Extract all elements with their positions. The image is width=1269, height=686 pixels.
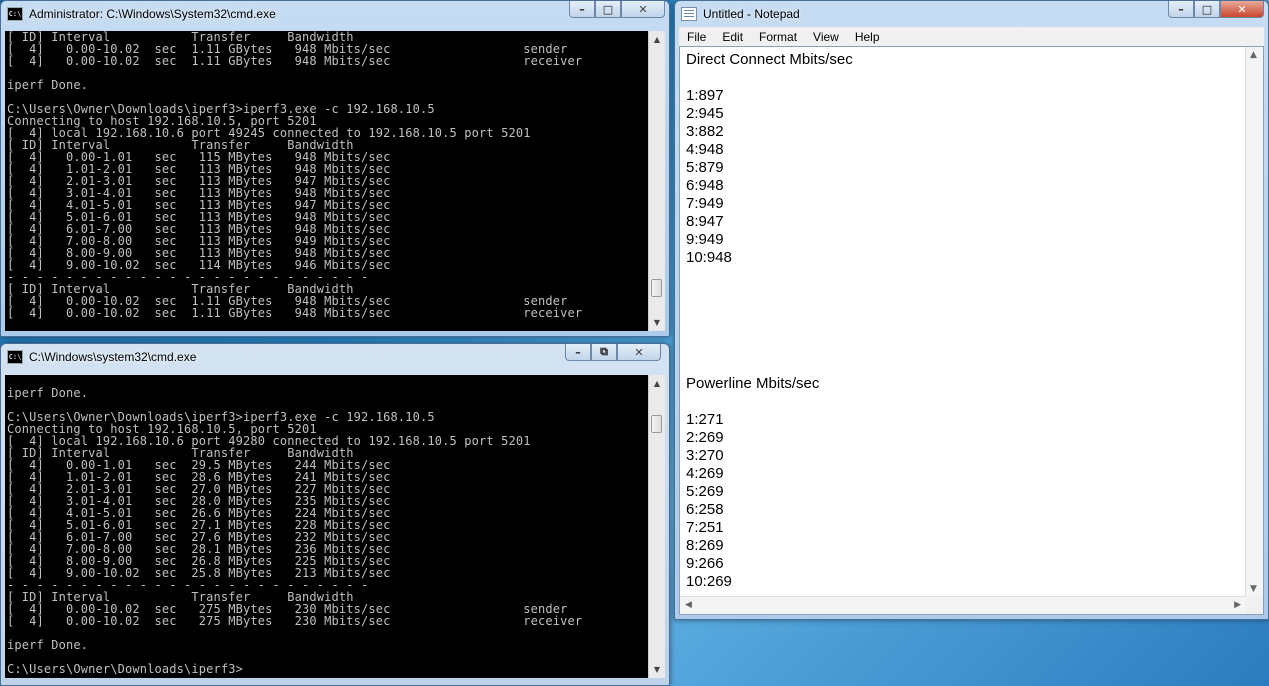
console-line: iperf Done.: [7, 78, 89, 92]
menu-format[interactable]: Format: [751, 30, 805, 44]
scroll-corner: [1246, 597, 1263, 614]
close-icon: ✕: [1237, 2, 1247, 16]
cmd-user-console[interactable]: iperf Done. C:\Users\Owner\Downloads\ipe…: [5, 375, 648, 678]
menu-help[interactable]: Help: [847, 30, 888, 44]
scroll-left-icon[interactable]: ◀: [685, 600, 692, 610]
cmd-admin-scrollbar[interactable]: ▲ ▼: [648, 31, 665, 331]
cmd-admin-window[interactable]: C:\ Administrator: C:\Windows\System32\c…: [0, 0, 670, 337]
menu-file[interactable]: File: [679, 30, 714, 44]
scroll-thumb[interactable]: [651, 415, 662, 433]
cmd-icon: C:\: [7, 350, 23, 364]
restore-icon: ⧉: [600, 345, 608, 358]
minimize-icon: –: [579, 2, 585, 16]
maximize-button[interactable]: □: [595, 1, 621, 18]
cmd-admin-console[interactable]: [ ID] Interval Transfer Bandwidth [ 4] 0…: [5, 31, 648, 331]
notepad-horizontal-scrollbar[interactable]: ◀ ▶: [680, 596, 1246, 614]
console-line: C:\Users\Owner\Downloads\iperf3>: [7, 662, 243, 676]
console-line: [ 4] 0.00-10.02 sec 1.11 GBytes 948 Mbit…: [7, 54, 583, 68]
console-line: iperf Done.: [7, 386, 89, 400]
close-icon: ✕: [634, 345, 644, 359]
minimize-icon: –: [575, 345, 581, 359]
cmd-icon: C:\: [7, 7, 23, 21]
console-line: iperf Done.: [7, 638, 89, 652]
notepad-menubar: File Edit Format View Help: [679, 27, 1264, 46]
maximize-icon: □: [1201, 2, 1213, 16]
scroll-right-icon[interactable]: ▶: [1234, 600, 1241, 610]
maximize-icon: □: [602, 2, 614, 16]
close-button[interactable]: ✕: [1220, 1, 1264, 18]
restore-button[interactable]: ⧉: [591, 344, 617, 361]
menu-edit[interactable]: Edit: [714, 30, 751, 44]
minimize-button[interactable]: –: [569, 1, 595, 18]
cmd-user-title: C:\Windows\system32\cmd.exe: [29, 350, 197, 364]
scroll-up-icon[interactable]: ▲: [1250, 50, 1257, 60]
scroll-down-icon[interactable]: ▼: [649, 314, 665, 331]
notepad-title: Untitled - Notepad: [703, 7, 800, 21]
cmd-user-scrollbar[interactable]: ▲ ▼: [648, 375, 665, 678]
minimize-button[interactable]: –: [1168, 1, 1194, 18]
scroll-up-icon[interactable]: ▲: [649, 375, 665, 392]
cmd-admin-title: Administrator: C:\Windows\System32\cmd.e…: [29, 7, 276, 21]
console-output: iperf Done. C:\Users\Owner\Downloads\ipe…: [5, 375, 648, 675]
maximize-button[interactable]: □: [1194, 1, 1220, 18]
console-line: [ 4] 0.00-10.02 sec 275 MBytes 230 Mbits…: [7, 614, 583, 628]
notepad-icon: [681, 7, 697, 21]
console-line: [ 4] 0.00-10.02 sec 1.11 GBytes 948 Mbit…: [7, 306, 583, 320]
menu-view[interactable]: View: [805, 30, 847, 44]
notepad-window[interactable]: Untitled - Notepad – □ ✕ File Edit Forma…: [674, 0, 1269, 620]
minimize-icon: –: [1178, 2, 1184, 16]
scroll-down-icon[interactable]: ▼: [649, 661, 665, 678]
scroll-down-icon[interactable]: ▼: [1250, 584, 1257, 594]
notepad-editor[interactable]: Direct Connect Mbits/sec 1:897 2:945 3:8…: [679, 46, 1264, 615]
cmd-user-window[interactable]: C:\ C:\Windows\system32\cmd.exe – ⧉ ✕ ip…: [0, 343, 670, 686]
notepad-text[interactable]: Direct Connect Mbits/sec 1:897 2:945 3:8…: [686, 51, 853, 591]
close-button[interactable]: ✕: [621, 1, 665, 18]
scroll-up-icon[interactable]: ▲: [649, 31, 665, 48]
close-icon: ✕: [638, 2, 648, 16]
minimize-button[interactable]: –: [565, 344, 591, 361]
close-button[interactable]: ✕: [617, 344, 661, 361]
notepad-vertical-scrollbar[interactable]: ▲ ▼: [1245, 47, 1263, 597]
scroll-thumb[interactable]: [651, 279, 662, 297]
console-output: [ ID] Interval Transfer Bandwidth [ 4] 0…: [5, 31, 648, 319]
